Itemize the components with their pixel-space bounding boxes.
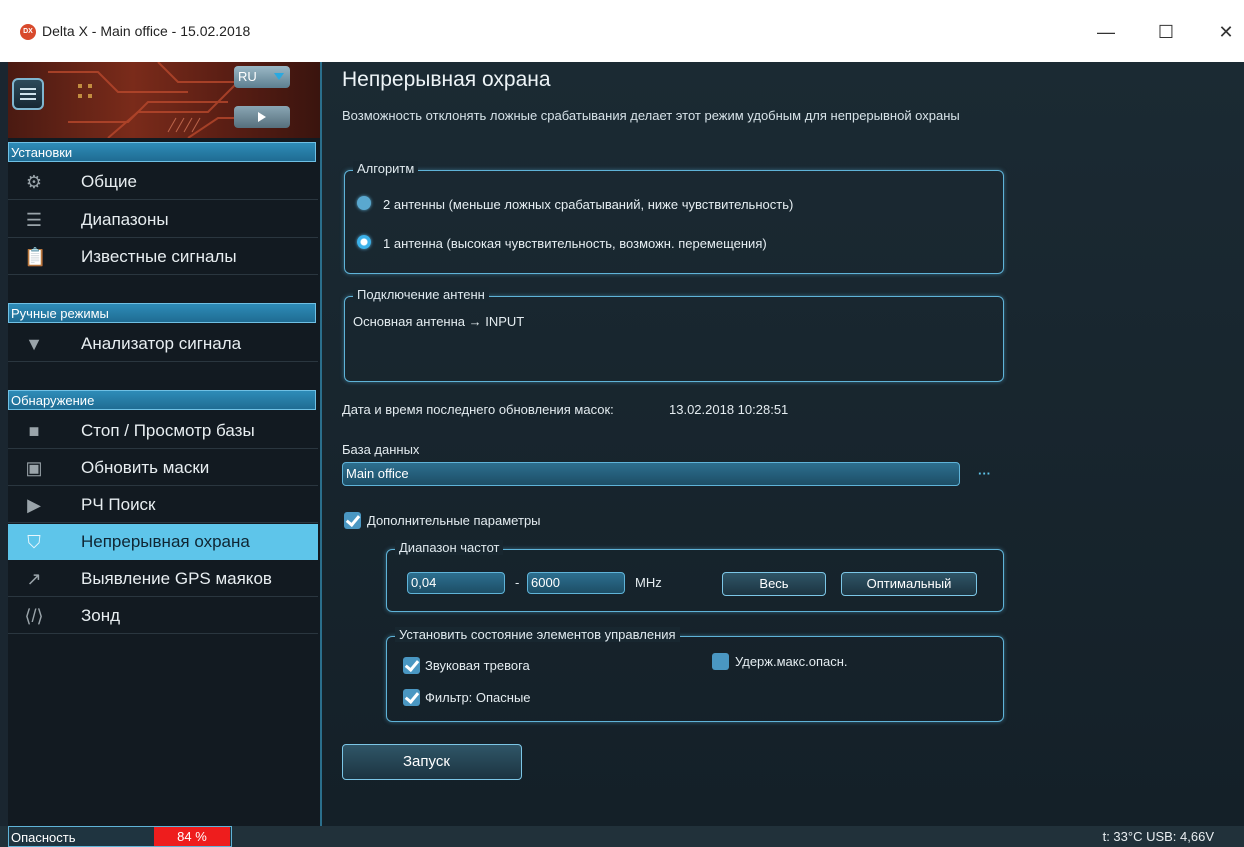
frequency-to-input[interactable]: 6000 [527,572,625,594]
sidebar-item-label: Зонд [81,606,121,625]
extra-params-label[interactable]: Дополнительные параметры [367,513,541,528]
app-icon: DX [20,24,36,40]
section-header-settings: Установки [8,142,316,162]
frequency-range-group: Диапазон частот 0,04 - 6000 MHz Весь Опт… [386,540,1004,612]
image-icon: ▣ [25,458,43,478]
sidebar-item-gps-beacons[interactable]: ↗ Выявление GPS маяков [8,561,318,597]
code-icon: ⟨/⟩ [24,606,44,626]
sound-alarm-label[interactable]: Звуковая тревога [425,658,530,673]
sidebar-item-label: Общие [81,172,137,191]
sidebar-item-general[interactable]: ⚙ Общие [8,164,318,200]
gear-icon: ⚙ [25,172,43,192]
radio-two-antennas-label[interactable]: 2 антенны (меньше ложных срабатываний, н… [383,197,793,212]
start-button[interactable]: Запуск [342,744,522,780]
frequency-range-dash: - [515,575,520,590]
hold-max-label[interactable]: Удерж.макс.опасн. [735,654,848,669]
controls-state-legend: Установить состояние элементов управлени… [395,627,680,642]
sidebar-item-label: Стоп / Просмотр базы [81,421,255,440]
sidebar-item-probe[interactable]: ⟨/⟩ Зонд [8,598,318,634]
antenna-connection-legend: Подключение антенн [353,287,489,302]
sidebar-item-label: Выявление GPS маяков [81,569,272,588]
sidebar: RU Установки ⚙ Общие ☰ Диапазоны 📋 Извес… [8,62,322,826]
signal-icon: ▼ [25,334,43,354]
maximize-button[interactable]: ☐ [1146,18,1186,46]
section-header-detection: Обнаружение [8,390,316,410]
controls-state-group: Установить состояние элементов управлени… [386,627,1004,722]
minimize-button[interactable]: — [1086,18,1126,46]
clipboard-icon: 📋 [24,247,47,267]
sidebar-item-label: Непрерывная охрана [81,532,250,551]
danger-indicator: Опасность 84 % [8,826,232,847]
hold-max-checkbox[interactable] [712,653,729,670]
sidebar-item-update-masks[interactable]: ▣ Обновить маски [8,450,318,486]
sidebar-item-continuous-guard[interactable]: ⛉ Непрерывная охрана [8,524,318,560]
shield-icon: ⛉ [27,532,41,552]
chevron-down-icon [274,73,284,80]
filter-dangerous-label[interactable]: Фильтр: Опасные [425,690,531,705]
antenna-connection-group: Подключение антенн Основная антенна → IN… [344,287,1004,382]
sidebar-item-label: Обновить маски [81,458,210,477]
danger-label: Опасность [11,830,76,845]
sidebar-item-signal-analyzer[interactable]: ▼ Анализатор сигнала [8,326,318,362]
menu-button[interactable] [12,78,44,110]
frequency-unit: MHz [635,575,662,590]
arrow-right-icon [258,112,266,122]
sidebar-item-stop-view-db[interactable]: ■ Стоп / Просмотр базы [8,413,318,449]
page-title: Непрерывная охрана [342,68,551,91]
device-status-text: t: 33°C USB: 4,66V [1102,829,1214,844]
menu-bar-line [20,93,36,95]
danger-value: 84 % [154,827,230,846]
page-subtitle: Возможность отклонять ложные срабатывани… [342,108,960,123]
sidebar-item-rf-search[interactable]: ▶ РЧ Поиск [8,487,318,523]
sidebar-item-label: Известные сигналы [81,247,237,266]
radio-one-antenna-label[interactable]: 1 антенна (высокая чувствительность, воз… [383,236,767,251]
optimal-range-button[interactable]: Оптимальный [841,572,977,596]
masks-update-value: 13.02.2018 10:28:51 [669,402,789,417]
list-icon: ☰ [25,210,43,230]
collapse-sidebar-button[interactable] [234,106,290,128]
filter-dangerous-checkbox[interactable] [403,689,420,706]
sidebar-item-known-signals[interactable]: 📋 Известные сигналы [8,239,318,275]
sidebar-item-label: Анализатор сигнала [81,334,242,353]
radio-two-antennas[interactable] [357,196,371,210]
database-field[interactable]: Main office [342,462,960,486]
sidebar-item-ranges[interactable]: ☰ Диапазоны [8,202,318,238]
title-bar: DX Delta X - Main office - 15.02.2018 — … [0,0,1244,62]
play-icon: ▶ [27,495,41,515]
sidebar-item-label: Диапазоны [81,210,169,229]
window-title: Delta X - Main office - 15.02.2018 [42,23,251,39]
extra-params-checkbox[interactable] [344,512,361,529]
sound-alarm-checkbox[interactable] [403,657,420,674]
menu-bar-line [20,88,36,90]
frequency-from-input[interactable]: 0,04 [407,572,505,594]
frequency-range-legend: Диапазон частот [395,540,504,555]
main-panel: Непрерывная охрана Возможность отклонять… [322,62,1244,826]
status-bar: Опасность 84 % t: 33°C USB: 4,66V [0,826,1244,847]
language-select[interactable]: RU [234,66,290,88]
database-browse-button[interactable]: ··· [978,466,991,481]
sidebar-item-label: РЧ Поиск [81,495,156,514]
radio-one-antenna[interactable] [357,235,371,249]
close-button[interactable]: ✕ [1206,18,1244,46]
sidebar-banner: RU [8,62,320,138]
menu-bar-line [20,98,36,100]
trend-icon: ↗ [26,569,42,589]
database-label: База данных [342,442,420,457]
language-value: RU [238,69,257,84]
algorithm-group: Алгоритм 2 антенны (меньше ложных срабат… [344,161,1004,274]
masks-update-label: Дата и время последнего обновления масок… [342,402,614,417]
antenna-connection-text: Основная антенна → INPUT [353,314,525,329]
section-header-manual-modes: Ручные режимы [8,303,316,323]
algorithm-legend: Алгоритм [353,161,419,176]
stop-icon: ■ [28,421,40,441]
all-range-button[interactable]: Весь [722,572,826,596]
